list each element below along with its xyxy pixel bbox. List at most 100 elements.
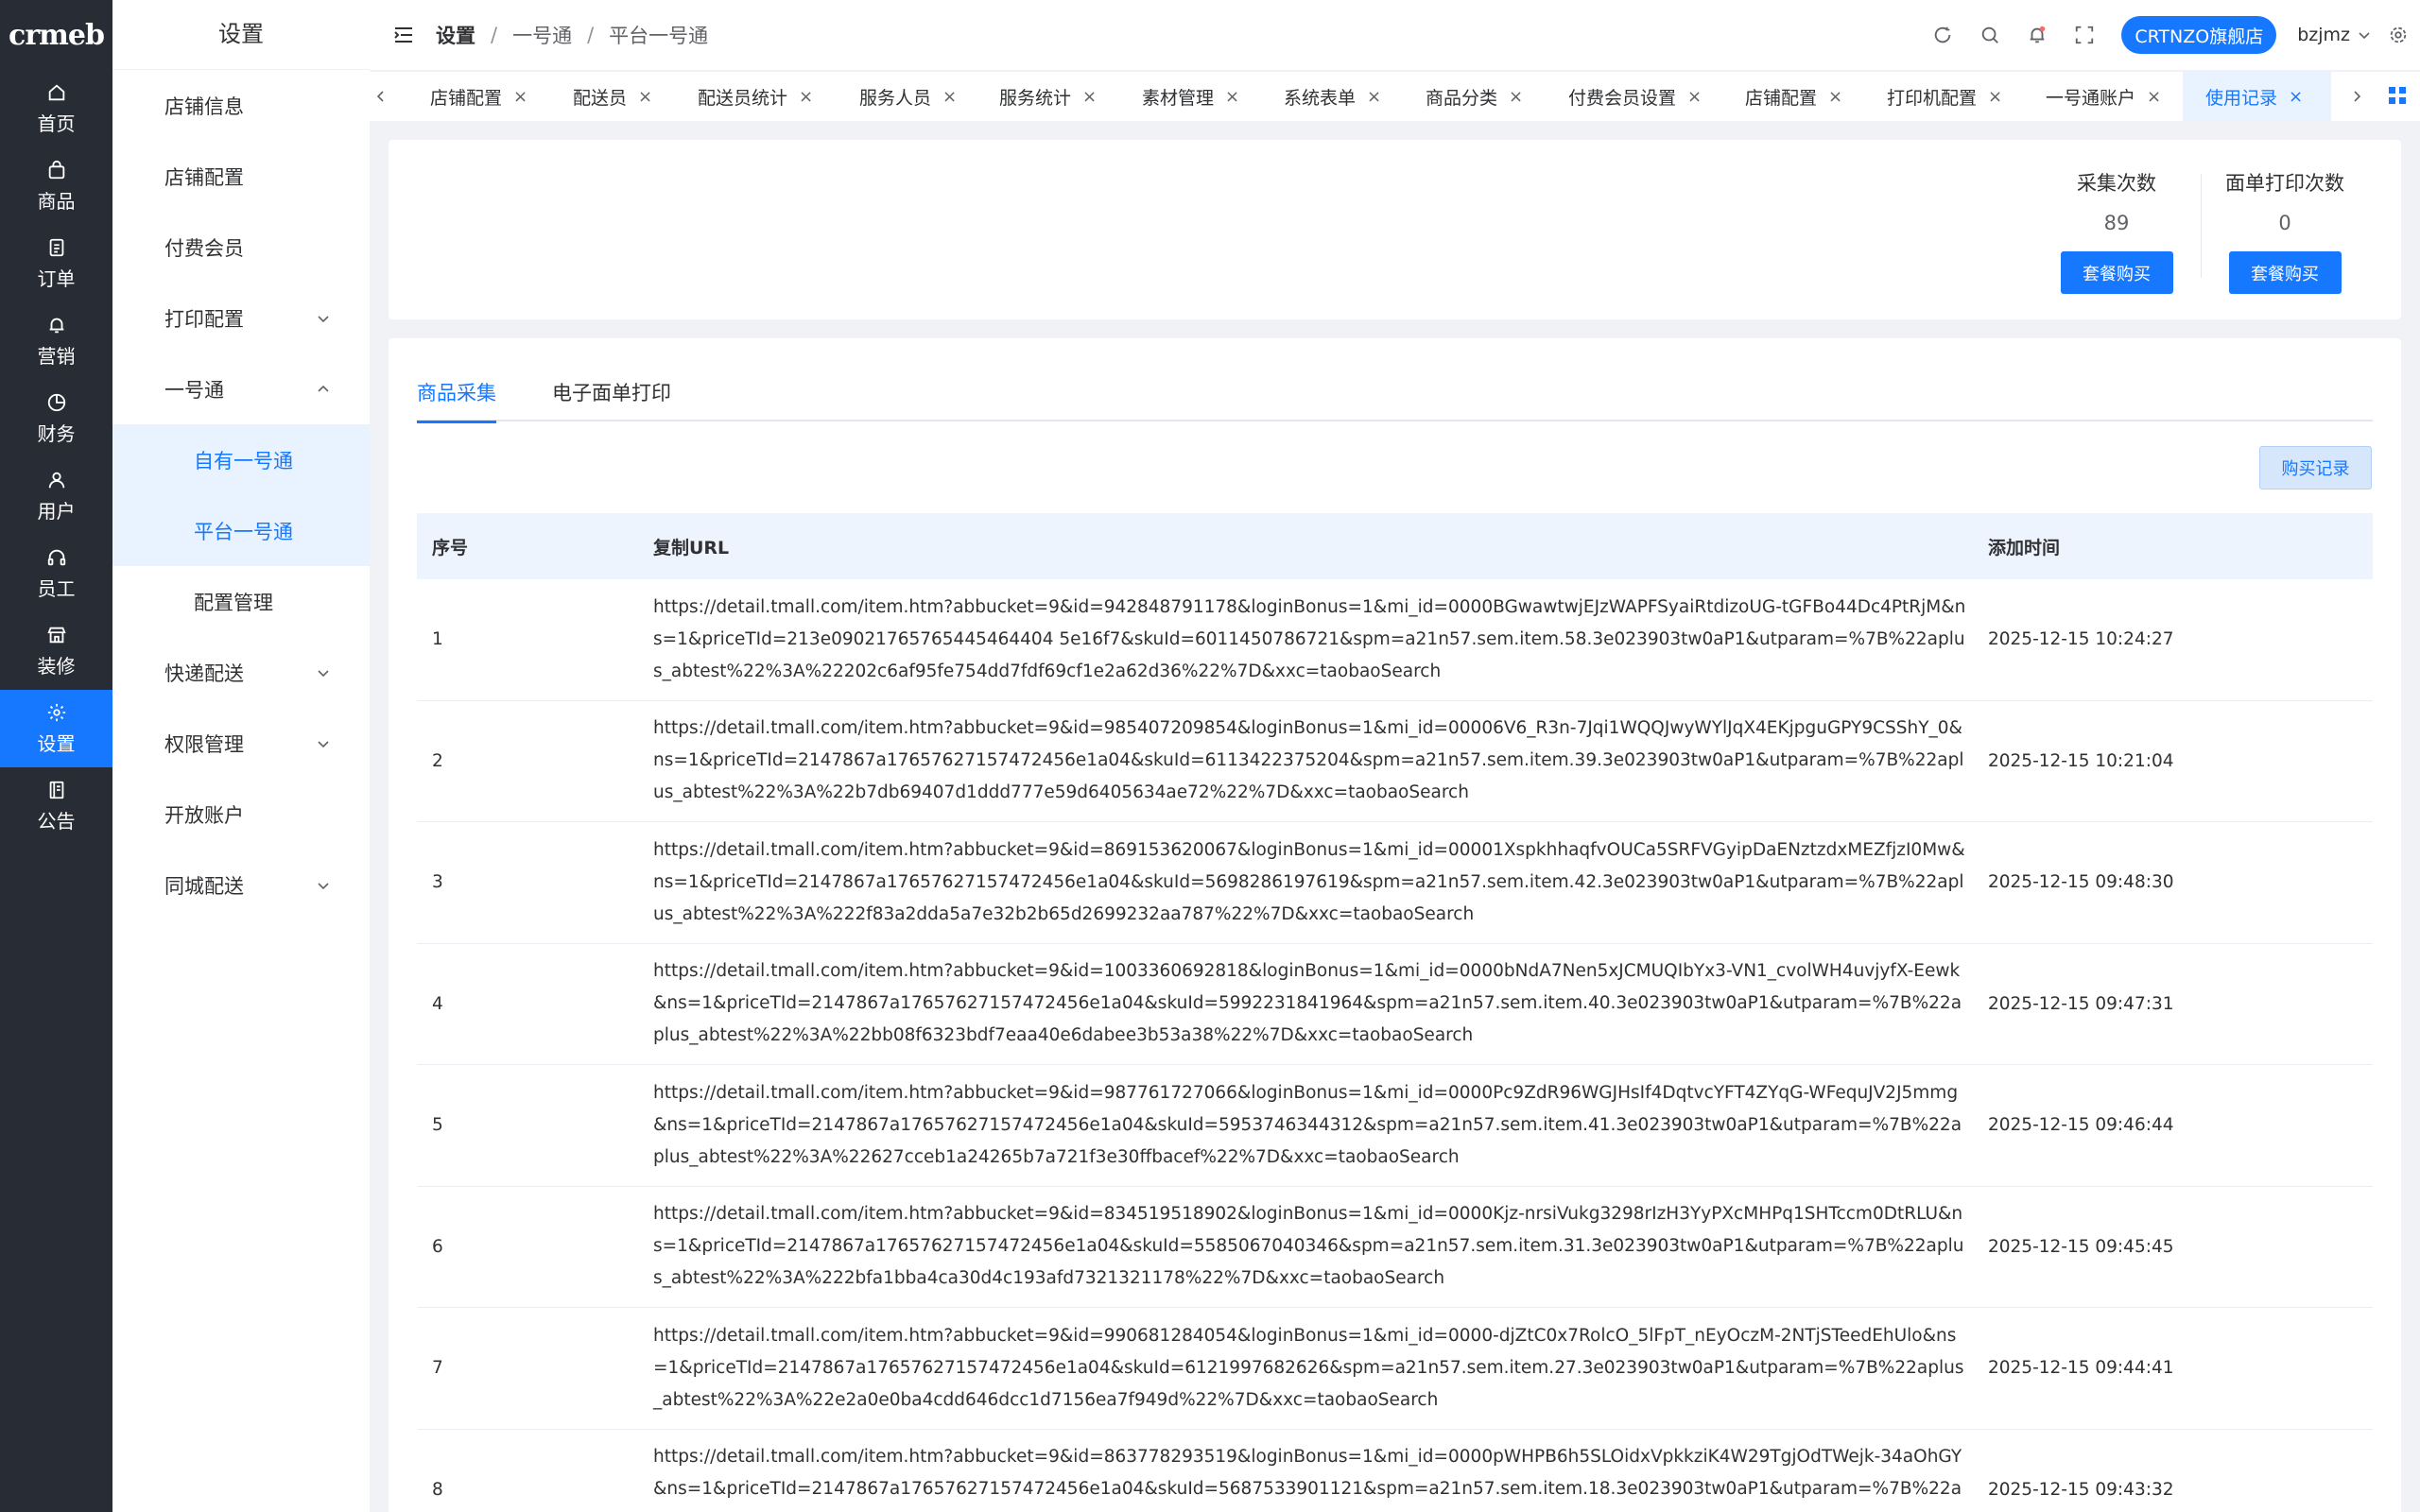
tab-label: 店铺配置 (430, 87, 503, 109)
fullscreen-icon[interactable] (2074, 25, 2095, 45)
close-icon[interactable]: × (1509, 87, 1523, 107)
rail-item-marketing[interactable]: 营销 (0, 302, 112, 380)
submenu-item-label: 一号通 (164, 378, 224, 402)
submenu-item-local-delivery[interactable]: 同城配送 (112, 850, 370, 920)
tab-label: 素材管理 (1142, 87, 1215, 109)
tab-paid-member-settings[interactable]: 付费会员设置 × (1568, 72, 1702, 121)
refresh-icon[interactable] (1932, 25, 1953, 45)
close-icon[interactable]: × (1225, 87, 1239, 107)
submenu-item-label: 平台一号通 (194, 520, 293, 543)
rail-item-announcements[interactable]: 公告 (0, 767, 112, 845)
rail-item-staff[interactable]: 员工 (0, 535, 112, 612)
settings-submenu: 设置 店铺信息 店铺配置 付费会员 打印配置 一号通 自有一号通 平台一号通 配… (112, 0, 370, 1512)
submenu-item-open-account[interactable]: 开放账户 (112, 779, 370, 850)
submenu-item-yihaotong[interactable]: 一号通 (112, 353, 370, 424)
breadcrumb-item[interactable]: 设置 (436, 21, 475, 49)
rail-item-home[interactable]: 首页 (0, 70, 112, 147)
cell-url: https://detail.tmall.com/item.htm?abbuck… (653, 1325, 1964, 1410)
table-row: 8 https://detail.tmall.com/item.htm?abbu… (417, 1430, 2373, 1512)
submenu-item-config-management[interactable]: 配置管理 (112, 566, 370, 637)
tab-product-category[interactable]: 商品分类 × (1426, 72, 1523, 121)
tab-printer-config[interactable]: 打印机配置 × (1887, 72, 2002, 121)
close-icon[interactable]: × (942, 87, 957, 107)
submenu-item-express-delivery[interactable]: 快递配送 (112, 637, 370, 708)
tab-store-config[interactable]: 店铺配置 × (430, 72, 527, 121)
store-selector-button[interactable]: CRTNZO旗舰店 (2121, 16, 2277, 54)
close-icon[interactable]: × (1367, 87, 1381, 107)
chevron-right-icon (2354, 91, 2361, 102)
rail-item-decoration[interactable]: 装修 (0, 612, 112, 690)
tab-service-stats[interactable]: 服务统计 × (999, 72, 1097, 121)
tab-label: 服务统计 (999, 87, 1072, 109)
close-icon[interactable]: × (799, 87, 813, 107)
submenu-item-permissions[interactable]: 权限管理 (112, 708, 370, 779)
notification-bell-icon[interactable] (2027, 25, 2048, 45)
submenu-item-store-info[interactable]: 店铺信息 (112, 70, 370, 141)
close-icon[interactable]: × (513, 87, 527, 107)
tab-yihaotong-account[interactable]: 一号通账户 × (2046, 72, 2161, 121)
grid-menu-icon[interactable] (2387, 85, 2408, 106)
table-header: 序号 复制URL 添加时间 (417, 513, 2373, 579)
stat-label: 采集次数 (2077, 172, 2156, 195)
submenu-item-print-config[interactable]: 打印配置 (112, 283, 370, 353)
close-icon[interactable]: × (2289, 87, 2303, 107)
cell-time: 2025-12-15 10:24:27 (1988, 629, 2174, 650)
purchase-records-button[interactable]: 购买记录 (2259, 446, 2372, 490)
header-actions: CRTNZO旗舰店 bzjmz (1932, 0, 2420, 70)
submenu-item-label: 开放账户 (164, 803, 244, 827)
chevron-up-icon (318, 385, 329, 392)
cell-no: 4 (432, 993, 443, 1014)
cell-url: https://detail.tmall.com/item.htm?abbuck… (653, 961, 1962, 1046)
tab-usage-records[interactable]: 使用记录 × (2183, 72, 2332, 121)
submenu-item-label: 付费会员 (164, 236, 244, 260)
column-header-url: 复制URL (653, 537, 730, 558)
close-icon[interactable]: × (638, 87, 652, 107)
tab-service-staff[interactable]: 服务人员 × (859, 72, 957, 121)
tab-product-collection[interactable]: 商品采集 (417, 378, 496, 423)
column-header-no: 序号 (432, 537, 469, 558)
tabs-scroll-right[interactable] (2345, 72, 2368, 121)
rail-item-settings[interactable]: 设置 (0, 690, 112, 767)
rail-item-label: 营销 (37, 344, 76, 368)
close-icon[interactable]: × (1828, 87, 1842, 107)
tab-courier[interactable]: 配送员 × (573, 72, 652, 121)
submenu-item-label: 同城配送 (164, 874, 244, 898)
breadcrumb-item: 平台一号通 (609, 25, 709, 47)
submenu-item-own-yihaotong[interactable]: 自有一号通 (112, 424, 370, 495)
tab-electronic-waybill-print[interactable]: 电子面单打印 (552, 378, 671, 421)
cell-no: 6 (432, 1236, 443, 1257)
user-menu[interactable]: bzjmz (2297, 25, 2371, 45)
close-icon[interactable]: × (1082, 87, 1097, 107)
package-purchase-button[interactable]: 套餐购买 (2060, 251, 2173, 294)
cell-time: 2025-12-15 09:46:44 (1988, 1115, 2174, 1136)
breadcrumb-item[interactable]: 一号通 (512, 21, 572, 49)
rail-item-finance[interactable]: 财务 (0, 380, 112, 457)
tab-courier-stats[interactable]: 配送员统计 × (698, 72, 813, 121)
rail-item-users[interactable]: 用户 (0, 457, 112, 535)
tab-label: 服务人员 (859, 87, 932, 109)
submenu-item-paid-member[interactable]: 付费会员 (112, 212, 370, 283)
usage-stats-card: 采集次数 89 套餐购买 面单打印次数 0 套餐购买 (389, 140, 2401, 319)
submenu-item-store-config[interactable]: 店铺配置 (112, 141, 370, 212)
rail-item-label: 设置 (37, 731, 76, 755)
divider (2201, 174, 2202, 278)
submenu-item-platform-yihaotong[interactable]: 平台一号通 (112, 495, 370, 566)
logo: crmeb (9, 18, 105, 52)
tab-store-config-2[interactable]: 店铺配置 × (1745, 72, 1842, 121)
tabs-scroll-left[interactable] (370, 72, 392, 121)
cell-time: 2025-12-15 09:44:41 (1988, 1358, 2174, 1379)
menu-fold-icon[interactable] (392, 24, 415, 46)
search-icon[interactable] (1979, 25, 2000, 45)
package-purchase-button[interactable]: 套餐购买 (2228, 251, 2342, 294)
tab-material-management[interactable]: 素材管理 × (1142, 72, 1239, 121)
rail-item-products[interactable]: 商品 (0, 147, 112, 225)
tab-label: 商品分类 (1426, 87, 1498, 109)
close-icon[interactable]: × (1687, 87, 1702, 107)
rail-item-orders[interactable]: 订单 (0, 225, 112, 302)
close-icon[interactable]: × (1988, 87, 2002, 107)
close-icon[interactable]: × (2147, 87, 2161, 107)
stat-label: 面单打印次数 (2225, 172, 2344, 195)
settings-gear-icon[interactable] (2388, 25, 2409, 45)
tab-system-forms[interactable]: 系统表单 × (1284, 72, 1381, 121)
records-table: 序号 复制URL 添加时间 1 https://detail.tmall.com… (417, 513, 2373, 1512)
